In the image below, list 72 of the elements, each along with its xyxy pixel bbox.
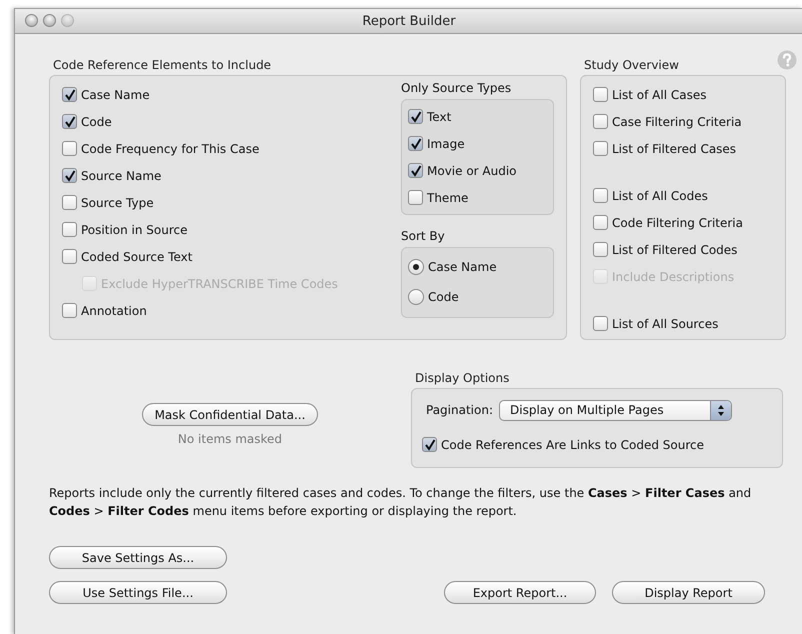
radio-label: Code: [428, 290, 459, 304]
checkbox[interactable]: [62, 141, 77, 156]
checkbox[interactable]: [408, 109, 423, 124]
checkbox[interactable]: [62, 114, 77, 129]
checkbox[interactable]: [62, 303, 77, 318]
group-label: Only Source Types: [401, 81, 512, 95]
checkbox-label: Case Filtering Criteria: [612, 114, 742, 128]
checkbox-label: List of Filtered Cases: [612, 142, 736, 156]
window-title: Report Builder: [362, 14, 456, 28]
checkbox-label: List of All Sources: [612, 316, 718, 330]
checkbox[interactable]: [593, 141, 608, 156]
checkbox[interactable]: [62, 195, 77, 210]
checkbox-label: Image: [427, 136, 465, 150]
checkmark-icon: [410, 138, 422, 150]
checkbox-label: Position in Source: [81, 222, 188, 236]
radio-button[interactable]: [408, 259, 424, 275]
radio-label: Case Name: [428, 260, 497, 274]
checkbox-label: Code Frequency for This Case: [81, 142, 260, 156]
group-label: Sort By: [401, 229, 446, 243]
checkbox[interactable]: [422, 437, 437, 452]
checkbox[interactable]: [593, 242, 608, 257]
checkbox-label: Source Type: [81, 196, 154, 210]
checkbox[interactable]: [62, 168, 77, 183]
group-label: Display Options: [415, 371, 510, 385]
checkbox[interactable]: [593, 215, 608, 230]
export-report-button[interactable]: Export Report...: [444, 581, 596, 604]
minimize-button[interactable]: [43, 14, 56, 27]
checkbox-label: Include Descriptions: [612, 270, 734, 284]
group-label: Code Reference Elements to Include: [53, 58, 272, 72]
group-label: Study Overview: [584, 58, 680, 72]
checkbox-label: Exclude HyperTRANSCRIBE Time Codes: [101, 276, 338, 290]
checkbox[interactable]: [593, 188, 608, 203]
checkmark-icon: [64, 116, 76, 128]
checkbox-label: Movie or Audio: [427, 164, 517, 178]
checkmark-icon: [410, 110, 422, 122]
checkmark-icon: [64, 170, 76, 182]
checkmark-icon: [424, 438, 436, 450]
checkbox-label: Theme: [427, 190, 468, 204]
display-report-button[interactable]: Display Report: [612, 581, 765, 604]
checkbox-label: Code Filtering Criteria: [612, 216, 743, 230]
checkbox-label: List of All Codes: [612, 188, 708, 202]
checkbox-label: Code: [81, 114, 112, 128]
pagination-label: Pagination:: [426, 403, 493, 417]
mask-status-text: No items masked: [178, 432, 282, 446]
checkbox-label: Text: [427, 110, 452, 124]
checkbox[interactable]: [62, 222, 77, 237]
checkbox[interactable]: [593, 316, 608, 331]
use-settings-button[interactable]: Use Settings File...: [49, 581, 227, 604]
stepper-arrows-icon: [710, 400, 731, 420]
checkbox[interactable]: [408, 136, 423, 151]
checkbox[interactable]: [593, 114, 608, 129]
checkbox[interactable]: [62, 87, 77, 102]
zoom-button[interactable]: [61, 14, 74, 27]
checkbox-label: Source Name: [81, 168, 162, 182]
pagination-select[interactable]: Display on Multiple Pages: [499, 400, 732, 420]
checkbox[interactable]: [408, 163, 423, 178]
checkmark-icon: [410, 164, 422, 176]
checkmark-icon: [64, 88, 76, 100]
filter-note: Reports include only the currently filtered cases and codes. To change the filters, use the Cases > Filter Cases and Codes > Filter Codes menu items before exporting or displaying the report.: [49, 485, 752, 520]
checkbox-label: List of Filtered Codes: [612, 242, 738, 256]
checkbox[interactable]: [62, 249, 77, 264]
checkbox-label: Code References Are Links to Coded Source: [441, 438, 704, 452]
checkbox-label: List of All Cases: [612, 88, 706, 102]
checkbox-label: Annotation: [81, 304, 147, 318]
checkbox-label: Case Name: [81, 88, 150, 102]
close-button[interactable]: [25, 14, 38, 27]
checkbox[interactable]: [593, 87, 608, 102]
radio-button[interactable]: [408, 289, 424, 305]
checkbox[interactable]: [408, 190, 423, 205]
mask-data-button[interactable]: Mask Confidential Data...: [142, 403, 318, 426]
save-settings-button[interactable]: Save Settings As...: [49, 546, 227, 569]
checkbox-label: Coded Source Text: [81, 250, 192, 264]
